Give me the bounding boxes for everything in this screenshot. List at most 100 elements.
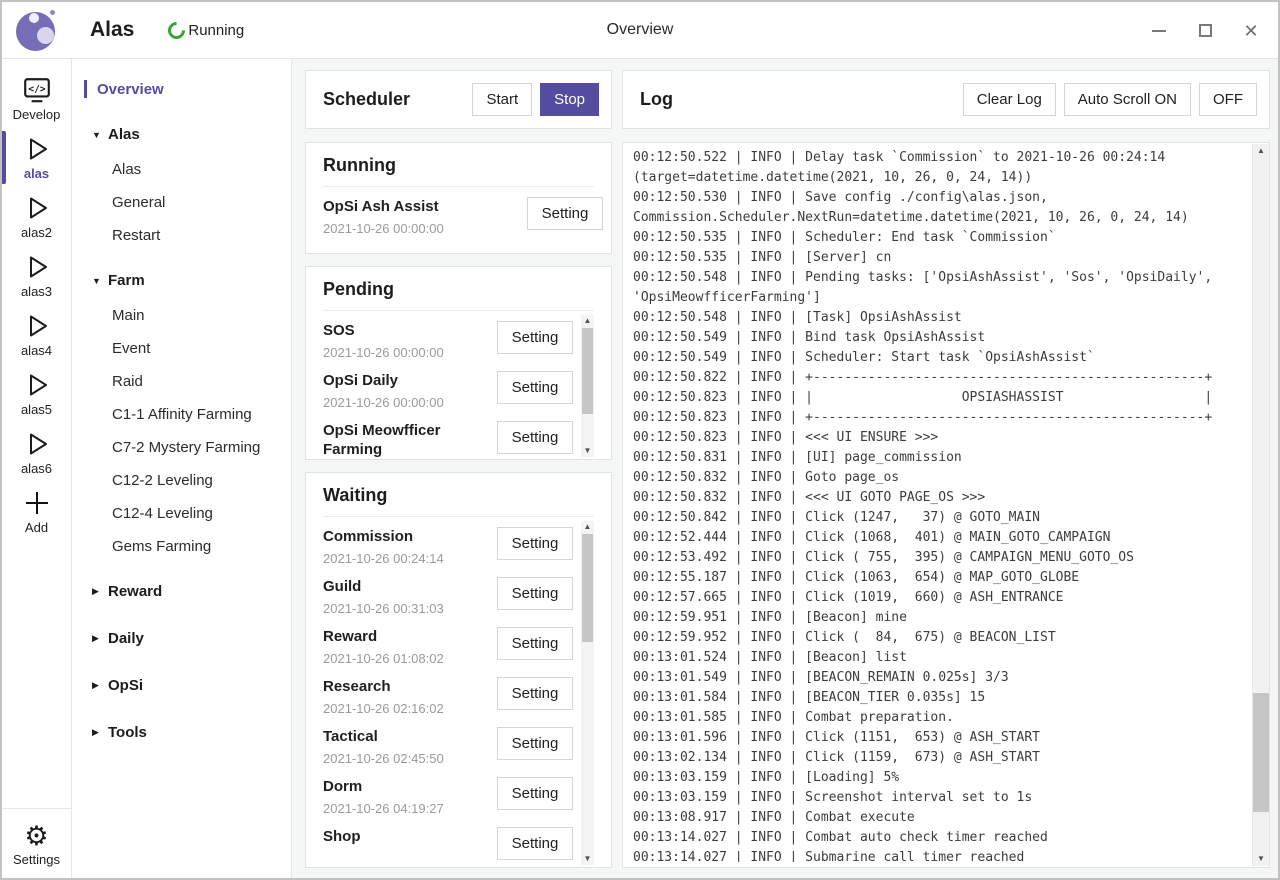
sidebar-item-c7-2-mystery-farming[interactable]: C7-2 Mystery Farming: [72, 431, 291, 464]
sidebar-item-general[interactable]: General: [72, 186, 291, 219]
task-setting-button[interactable]: Setting: [497, 371, 573, 404]
task-row: Research2021-10-26 02:16:02Setting: [323, 669, 573, 719]
task-setting-button[interactable]: Setting: [497, 577, 573, 610]
log-line: 00:13:01.596 | INFO | Click (1151, 653) …: [633, 728, 1251, 748]
config-nav: Overview▼AlasAlasGeneralRestart▼FarmMain…: [72, 59, 292, 878]
log-line: 00:12:50.522 | INFO | Delay task `Commis…: [633, 148, 1251, 168]
scroll-down-icon[interactable]: ▼: [581, 445, 594, 457]
task-next-run-time: 2021-10-26 00:00:00: [323, 345, 491, 360]
minimize-icon[interactable]: [1150, 22, 1168, 40]
task-setting-button[interactable]: Setting: [497, 627, 573, 660]
task-info: Reward2021-10-26 01:08:02: [323, 627, 491, 666]
sidebar-item-event[interactable]: Event: [72, 332, 291, 365]
sidebar-item-c1-1-affinity-farming[interactable]: C1-1 Affinity Farming: [72, 398, 291, 431]
log-title: Log: [640, 89, 963, 110]
task-setting-button[interactable]: Setting: [497, 321, 573, 354]
task-setting-button[interactable]: Setting: [527, 197, 603, 230]
rail-item-alas[interactable]: alas: [2, 128, 71, 187]
log-line: 00:12:50.831 | INFO | [UI] page_commissi…: [633, 448, 1251, 468]
close-icon[interactable]: ✕: [1242, 22, 1260, 40]
log-line: 00:12:55.187 | INFO | Click (1063, 654) …: [633, 568, 1251, 588]
sidebar-group-alas[interactable]: ▼Alas: [72, 106, 291, 153]
alas-logo-icon: [14, 8, 58, 52]
rail-item-add[interactable]: Add: [2, 482, 71, 541]
rail-item-label: Develop: [13, 107, 61, 122]
scrollbar-thumb[interactable]: [582, 328, 593, 414]
rail-item-alas3[interactable]: alas3: [2, 246, 71, 305]
task-setting-button[interactable]: Setting: [497, 677, 573, 710]
rail-item-develop[interactable]: </> Develop: [2, 69, 71, 128]
pending-scrollbar[interactable]: ▲ ▼: [581, 315, 594, 457]
task-info: Dorm2021-10-26 04:19:27: [323, 777, 491, 816]
maximize-icon[interactable]: [1196, 22, 1214, 40]
rail-item-alas6[interactable]: alas6: [2, 423, 71, 482]
task-setting-button[interactable]: Setting: [497, 777, 573, 810]
sidebar-item-gems-farming[interactable]: Gems Farming: [72, 530, 291, 563]
log-scrollbar[interactable]: ▲ ▼: [1252, 144, 1269, 866]
task-next-run-time: 2021-10-26 01:08:02: [323, 651, 491, 666]
rail-item-label: alas: [24, 166, 49, 181]
sidebar-item-raid[interactable]: Raid: [72, 365, 291, 398]
sidebar-item-overview[interactable]: Overview: [72, 72, 291, 106]
task-row: OpSi Ash Assist2021-10-26 00:00:00Settin…: [323, 189, 603, 239]
scrollbar-thumb[interactable]: [1253, 693, 1269, 812]
sidebar-group-daily[interactable]: ▶Daily: [72, 610, 291, 657]
rail-item-alas4[interactable]: alas4: [2, 305, 71, 364]
auto-scroll-on-button[interactable]: Auto Scroll ON: [1064, 83, 1191, 116]
log-line: 00:13:01.524 | INFO | [Beacon] list: [633, 648, 1251, 668]
log-line: 00:12:50.535 | INFO | [Server] cn: [633, 248, 1251, 268]
sidebar-item-restart[interactable]: Restart: [72, 219, 291, 252]
task-row: Tactical2021-10-26 02:45:50Setting: [323, 719, 573, 769]
chevron-right-icon: ▶: [92, 633, 108, 644]
rail-item-alas5[interactable]: alas5: [2, 364, 71, 423]
scheduler-start-button[interactable]: Start: [472, 83, 532, 116]
title-bar: Alas Running Overview ✕: [2, 2, 1278, 59]
sidebar-group-opsi[interactable]: ▶OpSi: [72, 657, 291, 704]
sidebar-item-c12-4-leveling[interactable]: C12-4 Leveling: [72, 497, 291, 530]
task-next-run-time: 2021-10-26 00:00:00: [323, 221, 521, 236]
log-line: 00:12:50.832 | INFO | <<< UI GOTO PAGE_O…: [633, 488, 1251, 508]
rail-item-alas2[interactable]: alas2: [2, 187, 71, 246]
waiting-scrollbar[interactable]: ▲ ▼: [581, 521, 594, 865]
task-setting-button[interactable]: Setting: [497, 727, 573, 760]
develop-icon: </>: [22, 75, 52, 105]
sidebar-group-label: Daily: [108, 630, 144, 647]
settings-button[interactable]: ⚙ Settings: [2, 808, 71, 878]
scroll-up-icon[interactable]: ▲: [581, 521, 594, 533]
task-info: Tactical2021-10-26 02:45:50: [323, 727, 491, 766]
log-line: 00:13:03.159 | INFO | [Loading] 5%: [633, 768, 1251, 788]
rail-item-label: alas3: [21, 284, 52, 299]
scroll-up-icon[interactable]: ▲: [1253, 144, 1269, 158]
task-next-run-time: 2021-10-26 02:45:50: [323, 751, 491, 766]
sidebar-group-label: Reward: [108, 583, 162, 600]
sidebar-item-main[interactable]: Main: [72, 299, 291, 332]
task-setting-button[interactable]: Setting: [497, 421, 573, 454]
window-controls: ✕: [1150, 2, 1260, 59]
clear-log-button[interactable]: Clear Log: [963, 83, 1056, 116]
scheduler-stop-button[interactable]: Stop: [540, 83, 599, 116]
sidebar-group-label: Alas: [108, 126, 140, 143]
task-setting-button[interactable]: Setting: [497, 827, 573, 860]
scroll-down-icon[interactable]: ▼: [1253, 852, 1269, 866]
auto-scroll-off-button[interactable]: OFF: [1199, 83, 1257, 116]
task-row: OpSi Meowfficer FarmingSetting: [323, 413, 573, 460]
app-title: Alas: [90, 18, 134, 42]
scroll-up-icon[interactable]: ▲: [581, 315, 594, 327]
log-output[interactable]: 00:12:50.522 | INFO | Delay task `Commis…: [622, 142, 1270, 868]
scroll-down-icon[interactable]: ▼: [581, 853, 594, 865]
task-name: OpSi Meowfficer Farming: [323, 421, 491, 459]
scrollbar-thumb[interactable]: [582, 534, 593, 642]
sidebar-group-farm[interactable]: ▼Farm: [72, 252, 291, 299]
sidebar-group-tools[interactable]: ▶Tools: [72, 704, 291, 751]
sidebar-group-reward[interactable]: ▶Reward: [72, 563, 291, 610]
task-info: OpSi Daily2021-10-26 00:00:00: [323, 371, 491, 410]
pending-card: Pending SOS2021-10-26 00:00:00SettingOpS…: [305, 266, 612, 460]
log-line: 00:12:50.535 | INFO | Scheduler: End tas…: [633, 228, 1251, 248]
task-name: OpSi Daily: [323, 371, 491, 390]
log-line: 00:13:02.134 | INFO | Click (1159, 673) …: [633, 748, 1251, 768]
sidebar-item-c12-2-leveling[interactable]: C12-2 Leveling: [72, 464, 291, 497]
sidebar-item-alas[interactable]: Alas: [72, 153, 291, 186]
sidebar-item-label: Overview: [97, 81, 164, 98]
rail-item-label: alas2: [21, 225, 52, 240]
task-setting-button[interactable]: Setting: [497, 527, 573, 560]
